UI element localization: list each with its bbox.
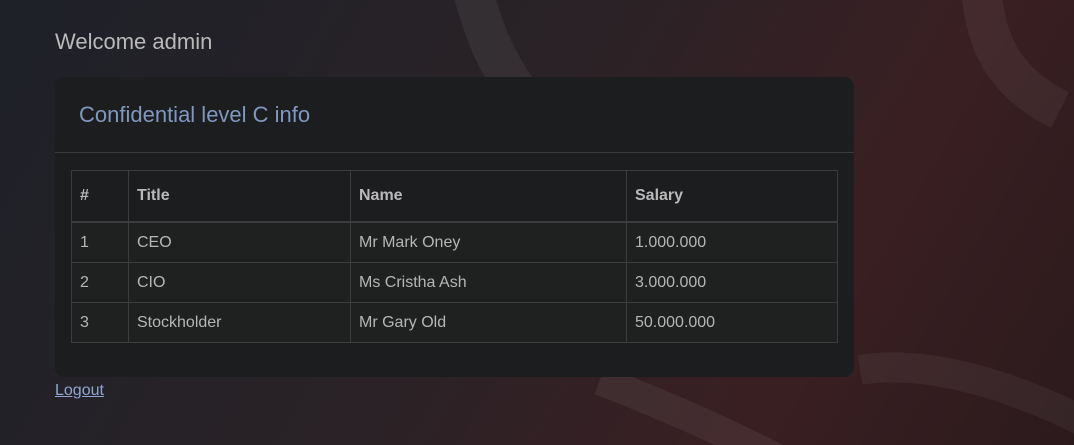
cell-number: 1 [71, 221, 129, 263]
cell-salary: 1.000.000 [626, 221, 838, 263]
cell-number: 3 [71, 302, 129, 343]
table-row: 1 CEO Mr Mark Oney 1.000.000 [71, 221, 838, 263]
cell-name: Ms Cristha Ash [350, 262, 627, 303]
cell-salary: 3.000.000 [626, 262, 838, 303]
welcome-heading: Welcome admin [55, 29, 213, 54]
column-header-number: # [71, 170, 129, 223]
column-header-salary: Salary [626, 170, 838, 223]
column-header-name: Name [350, 170, 627, 223]
confidential-info-card: Confidential level C info # Title Name S… [55, 77, 854, 377]
card-header: Confidential level C info [55, 77, 854, 153]
table-row: 2 CIO Ms Cristha Ash 3.000.000 [71, 262, 838, 303]
table-wrapper: # Title Name Salary 1 CEO Mr Mark Oney 1… [71, 170, 838, 343]
table-header-row: # Title Name Salary [71, 170, 838, 223]
salary-table: # Title Name Salary 1 CEO Mr Mark Oney 1… [71, 170, 838, 343]
cell-title: CIO [128, 262, 351, 303]
cell-title: CEO [128, 221, 351, 263]
logout-link[interactable]: Logout [55, 382, 104, 400]
cell-salary: 50.000.000 [626, 302, 838, 343]
column-header-title: Title [128, 170, 351, 223]
table-row: 3 Stockholder Mr Gary Old 50.000.000 [71, 302, 838, 343]
card-title: Confidential level C info [79, 101, 311, 127]
cell-name: Mr Mark Oney [350, 221, 627, 263]
cell-number: 2 [71, 262, 129, 303]
cell-name: Mr Gary Old [350, 302, 627, 343]
cell-title: Stockholder [128, 302, 351, 343]
